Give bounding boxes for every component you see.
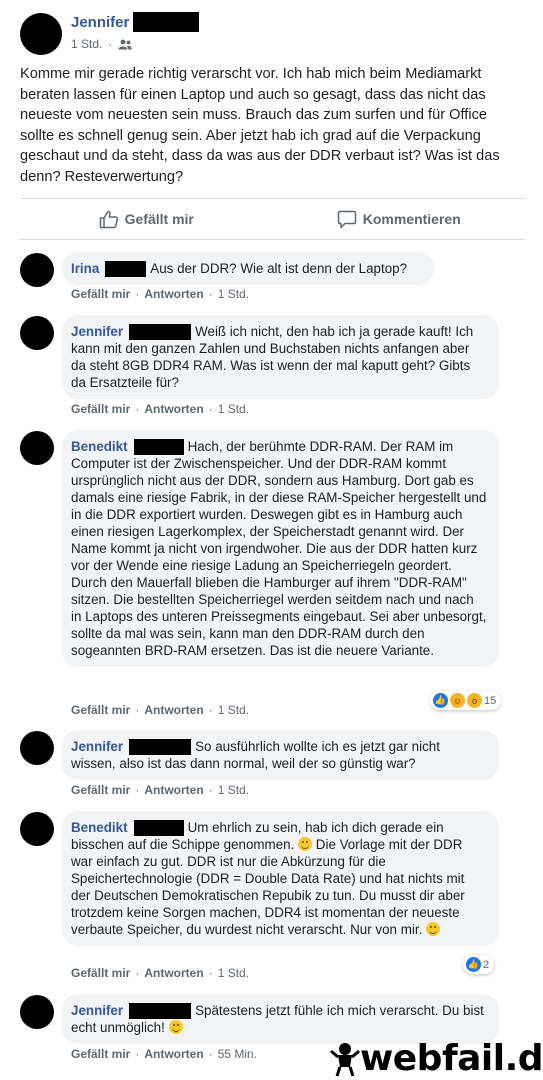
friends-icon xyxy=(118,39,133,49)
separator-dot: · xyxy=(108,37,113,51)
post-author-name[interactable]: Jennifer xyxy=(71,14,129,31)
like-reaction-icon: 👍 xyxy=(466,957,481,972)
like-reaction-icon: 👍 xyxy=(433,693,448,708)
redacted-surname xyxy=(133,439,184,456)
comment-reply-link[interactable]: Antworten xyxy=(144,1047,203,1061)
comment-reply-link[interactable]: Antworten xyxy=(144,966,203,980)
reaction-summary[interactable]: 👍 2 xyxy=(463,955,495,974)
haha-reaction-icon: ☺ xyxy=(450,693,465,708)
comment-actions: Gefällt mir · Antworten · 1 Std. xyxy=(71,783,250,797)
comment-like-link[interactable]: Gefällt mir xyxy=(71,1047,130,1061)
comment-author[interactable]: Jennifer xyxy=(71,1003,123,1018)
comment-bubble: Benedikt Um ehrlich zu sein, hab ich dich… xyxy=(62,811,499,947)
comment-actions: Gefällt mir · Antworten · 1 Std. xyxy=(71,966,250,980)
comment-avatar[interactable] xyxy=(20,431,54,465)
comment-author[interactable]: Benedikt xyxy=(71,439,128,454)
comment-avatar[interactable] xyxy=(20,731,54,765)
speech-bubble-icon xyxy=(337,210,356,228)
redacted-surname xyxy=(105,261,147,278)
comment-like-link[interactable]: Gefällt mir xyxy=(71,402,130,416)
comment-author[interactable]: Benedikt xyxy=(71,820,128,835)
post-author-avatar[interactable] xyxy=(20,13,62,55)
comment-bubble: Irina Aus der DDR? Wie alt ist denn der L… xyxy=(62,252,434,286)
comment-avatar[interactable] xyxy=(20,812,54,846)
comment-text-continued: Die Vorlage mit der DDR war einfach zu g… xyxy=(71,837,465,938)
redacted-surname xyxy=(129,1003,192,1020)
comment-author[interactable]: Irina xyxy=(71,261,99,276)
redacted-surname xyxy=(129,324,192,341)
post-timestamp[interactable]: 1 Std. xyxy=(71,37,102,51)
comment-bubble: Jennifer Weiß ich nicht, den hab ich ja g… xyxy=(62,315,499,400)
reaction-summary[interactable]: 👍 ☺ o 15 xyxy=(430,691,502,710)
comment-timestamp[interactable]: 1 Std. xyxy=(218,402,249,416)
comment-actions: Gefällt mir · Antworten · 1 Std. xyxy=(71,287,250,301)
like-button[interactable]: Gefällt mir xyxy=(20,210,273,229)
comment-button[interactable]: Kommentieren xyxy=(273,210,526,229)
grinning-emoji-icon xyxy=(298,837,313,852)
post-meta: 1 Std. · xyxy=(71,37,133,51)
comment-actions: Gefällt mir · Antworten · 1 Std. xyxy=(71,402,250,416)
watermark: webfail.de xyxy=(330,1038,543,1079)
redacted-surname xyxy=(133,12,199,32)
comment-reply-link[interactable]: Antworten xyxy=(144,783,203,797)
comment-timestamp[interactable]: 1 Std. xyxy=(218,287,249,301)
comment-avatar[interactable] xyxy=(20,316,54,350)
smiling-emoji-icon xyxy=(168,1020,183,1035)
comment-timestamp[interactable]: 1 Std. xyxy=(218,966,249,980)
comment-bubble: Jennifer So ausführlich wollte ich es jet… xyxy=(62,730,499,781)
redacted-surname xyxy=(133,820,184,837)
comment-timestamp[interactable]: 1 Std. xyxy=(218,783,249,797)
comment-timestamp[interactable]: 55 Min. xyxy=(218,1047,257,1061)
reaction-count: 2 xyxy=(483,958,490,971)
comment-actions: Gefällt mir · Antworten · 55 Min. xyxy=(71,1047,258,1061)
comment-avatar[interactable] xyxy=(20,253,54,287)
post-actions-bar: Gefällt mir Kommentieren xyxy=(20,198,525,240)
comment-text: So ausführlich wollte ich es jetzt gar n… xyxy=(71,739,440,772)
comment-like-link[interactable]: Gefällt mir xyxy=(71,703,130,717)
comment-reply-link[interactable]: Antworten xyxy=(144,402,203,416)
smiling-emoji-icon xyxy=(426,922,441,937)
like-button-label: Gefällt mir xyxy=(124,211,194,227)
post-body: Komme mir gerade richtig verarscht vor. … xyxy=(20,66,500,185)
comment-like-link[interactable]: Gefällt mir xyxy=(71,783,130,797)
comment-timestamp[interactable]: 1 Std. xyxy=(218,703,249,717)
comment-reply-link[interactable]: Antworten xyxy=(144,703,203,717)
comment-actions: Gefällt mir · Antworten · 1 Std. xyxy=(71,703,250,717)
wow-reaction-icon: o xyxy=(467,693,482,708)
comment-author[interactable]: Jennifer xyxy=(71,739,123,754)
redacted-surname xyxy=(129,739,192,756)
comment-author[interactable]: Jennifer xyxy=(71,324,123,339)
comment-like-link[interactable]: Gefällt mir xyxy=(71,966,130,980)
comment-reply-link[interactable]: Antworten xyxy=(144,287,203,301)
reaction-count: 15 xyxy=(484,694,497,707)
mascot-logo-icon xyxy=(330,1042,360,1076)
comment-bubble: Jennifer Spätestens jetzt fühle ich mich … xyxy=(62,994,499,1045)
watermark-text: webfail.de xyxy=(360,1038,543,1079)
thumbs-up-icon xyxy=(99,210,118,228)
comment-avatar[interactable] xyxy=(20,995,54,1029)
comment-text: Aus der DDR? Wie alt ist denn der Laptop… xyxy=(150,261,408,276)
comment-text: Hach, der berühmte DDR-RAM. Der RAM im C… xyxy=(71,439,487,659)
comment-like-link[interactable]: Gefällt mir xyxy=(71,287,130,301)
comment-bubble: Benedikt Hach, der berühmte DDR-RAM. Der … xyxy=(62,430,499,668)
comment-button-label: Kommentieren xyxy=(362,211,461,227)
